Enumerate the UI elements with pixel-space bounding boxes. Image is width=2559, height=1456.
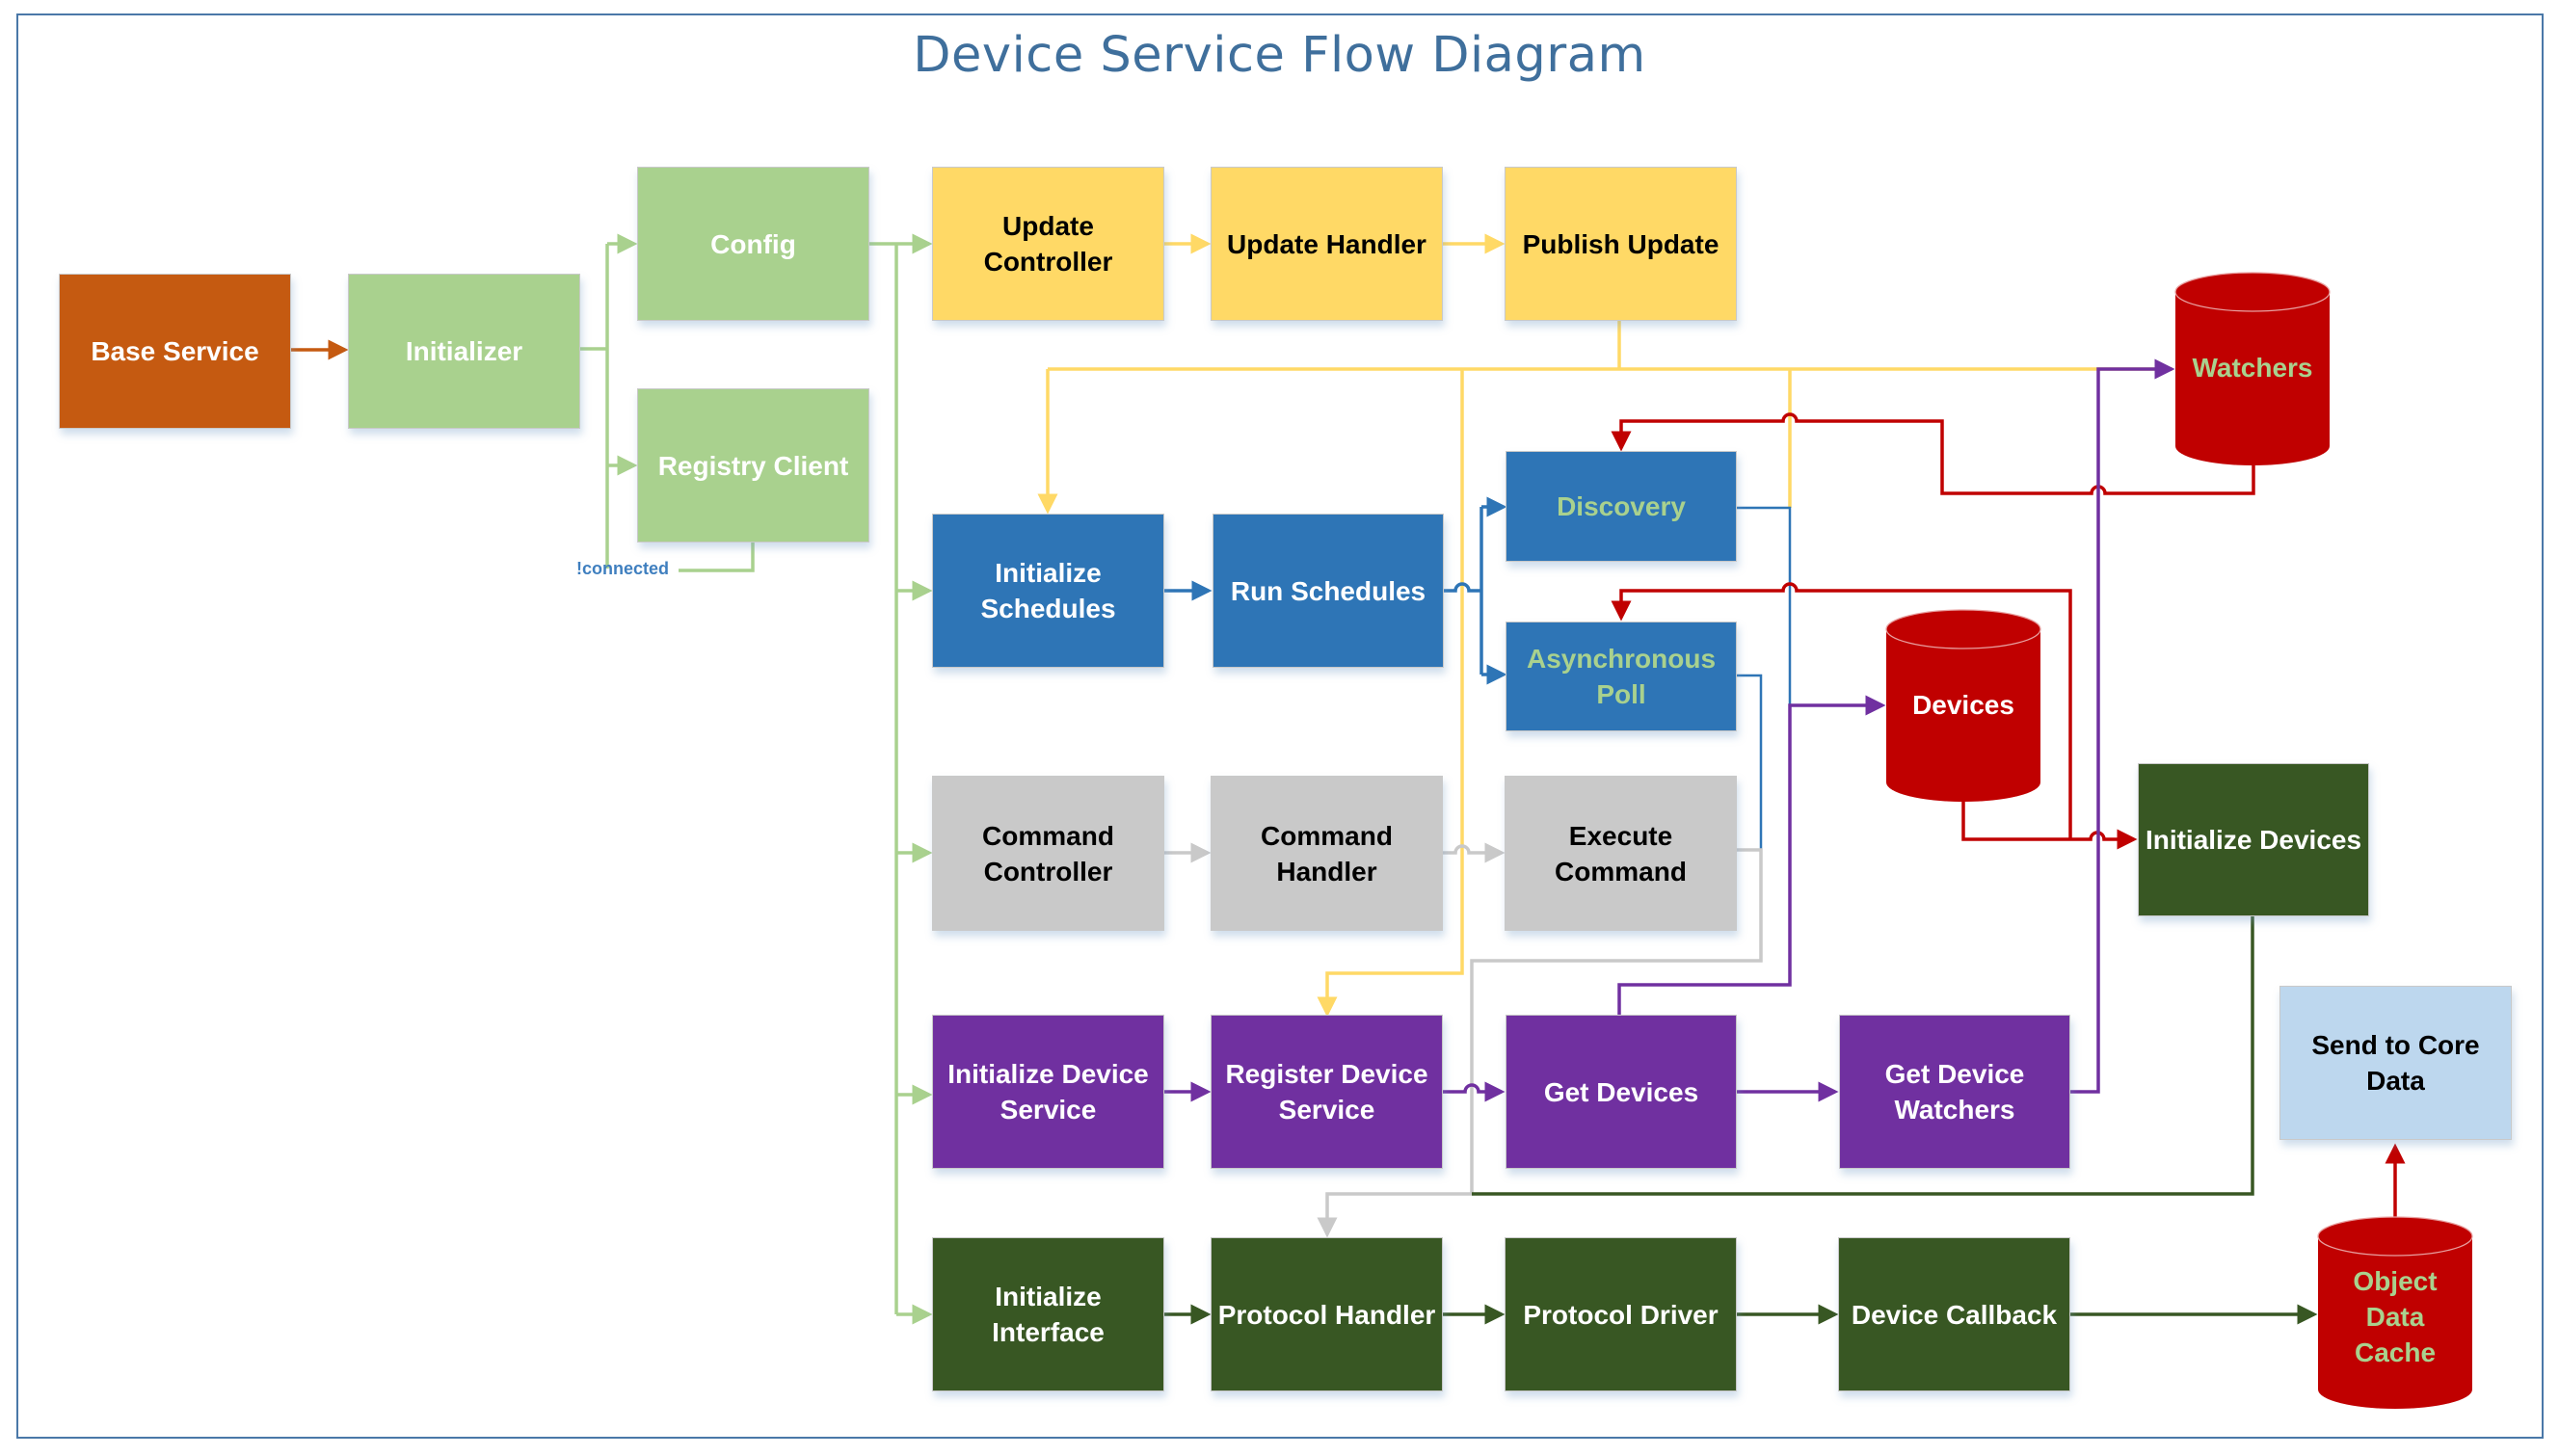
node-label: Discovery bbox=[1557, 491, 1686, 521]
node-label: Run Schedules bbox=[1230, 575, 1426, 606]
edge-label-not-connected: !connected bbox=[576, 559, 670, 578]
node-protocol-handler[interactable]: Protocol Handler bbox=[1211, 1237, 1443, 1391]
node-label: Execute Command bbox=[1555, 820, 1687, 887]
node-label: Command Handler bbox=[1261, 820, 1393, 887]
datastore-object-data-cache-label-box[interactable]: Object Data Cache bbox=[2318, 1217, 2472, 1410]
node-initialize-devices[interactable]: Initialize Devices bbox=[2138, 763, 2369, 916]
node-label: Initializer bbox=[405, 336, 523, 366]
node-device-callback[interactable]: Device Callback bbox=[1838, 1237, 2070, 1391]
edge-publish-bus bbox=[1048, 321, 2172, 371]
node-label: Base Service bbox=[91, 336, 259, 366]
node-label: Publish Update bbox=[1522, 228, 1719, 259]
node-update-controller[interactable]: Update Controller bbox=[932, 167, 1164, 321]
edge-command-handler-to-execute bbox=[1443, 842, 1506, 863]
node-initialize-schedules[interactable]: Initialize Schedules bbox=[932, 514, 1164, 668]
node-register-device-service[interactable]: Register Device Service bbox=[1211, 1015, 1443, 1169]
node-asynchronous-poll[interactable]: Asynchronous Poll bbox=[1506, 622, 1737, 731]
datastore-watchers-label-box[interactable]: Watchers bbox=[2175, 273, 2330, 465]
node-label: Update Handler bbox=[1227, 228, 1426, 259]
datastore-label: Watchers bbox=[2192, 353, 2313, 383]
node-label: Asynchronous Poll bbox=[1526, 644, 1717, 709]
node-label: Get Devices bbox=[1543, 1076, 1699, 1107]
edge-async-poll-out bbox=[1737, 674, 1763, 850]
node-command-controller[interactable]: Command Controller bbox=[932, 776, 1164, 931]
node-initialize-interface[interactable]: Initialize Interface bbox=[932, 1237, 1164, 1391]
edge-config-trunk bbox=[869, 242, 898, 1314]
node-label: Command Controller bbox=[982, 820, 1114, 887]
node-update-handler[interactable]: Update Handler bbox=[1211, 167, 1443, 321]
node-label: Config bbox=[710, 228, 796, 259]
node-initializer[interactable]: Initializer bbox=[348, 274, 580, 429]
node-label: Protocol Handler bbox=[1217, 1299, 1436, 1330]
node-label: Send to Core Data bbox=[2311, 1030, 2480, 1096]
node-label: Initialize Schedules bbox=[980, 558, 1116, 623]
edge-devices-to-init-devices bbox=[1961, 802, 2138, 850]
node-label: Initialize Device Service bbox=[947, 1059, 1149, 1125]
edge-get-device-watchers-to-watchers bbox=[2069, 358, 2175, 1094]
node-config[interactable]: Config bbox=[637, 167, 869, 321]
datastore-devices-label-box[interactable]: Devices bbox=[1886, 610, 2040, 803]
node-label: Protocol Driver bbox=[1523, 1299, 1719, 1330]
node-label: Update Controller bbox=[983, 211, 1113, 277]
node-registry-client[interactable]: Registry Client bbox=[637, 388, 869, 543]
node-initialize-device-service[interactable]: Initialize Device Service bbox=[932, 1015, 1164, 1169]
node-run-schedules[interactable]: Run Schedules bbox=[1213, 514, 1444, 668]
node-label: Initialize Devices bbox=[2145, 825, 2362, 855]
node-send-to-core-data[interactable]: Send to Core Data bbox=[2279, 986, 2512, 1140]
node-discovery[interactable]: Discovery bbox=[1506, 451, 1737, 562]
node-label: Device Callback bbox=[1851, 1299, 2058, 1330]
edge-registry-not-connected bbox=[679, 543, 755, 572]
node-protocol-driver[interactable]: Protocol Driver bbox=[1505, 1237, 1737, 1391]
edge-initializer-trunk bbox=[579, 244, 609, 569]
datastore-label: Devices bbox=[1912, 690, 2014, 720]
node-get-devices[interactable]: Get Devices bbox=[1506, 1015, 1737, 1169]
node-label: Initialize Interface bbox=[992, 1282, 1105, 1347]
datastore-label: Object Data Cache bbox=[2353, 1266, 2438, 1367]
node-base-service[interactable]: Base Service bbox=[59, 274, 291, 429]
node-label: Register Device Service bbox=[1225, 1059, 1428, 1125]
node-label: Registry Client bbox=[657, 450, 849, 481]
node-execute-command[interactable]: Execute Command bbox=[1505, 776, 1737, 931]
node-get-device-watchers[interactable]: Get Device Watchers bbox=[1839, 1015, 2070, 1169]
node-command-handler[interactable]: Command Handler bbox=[1211, 776, 1443, 931]
node-publish-update[interactable]: Publish Update bbox=[1505, 167, 1737, 321]
node-label: Get Device Watchers bbox=[1884, 1059, 2025, 1125]
